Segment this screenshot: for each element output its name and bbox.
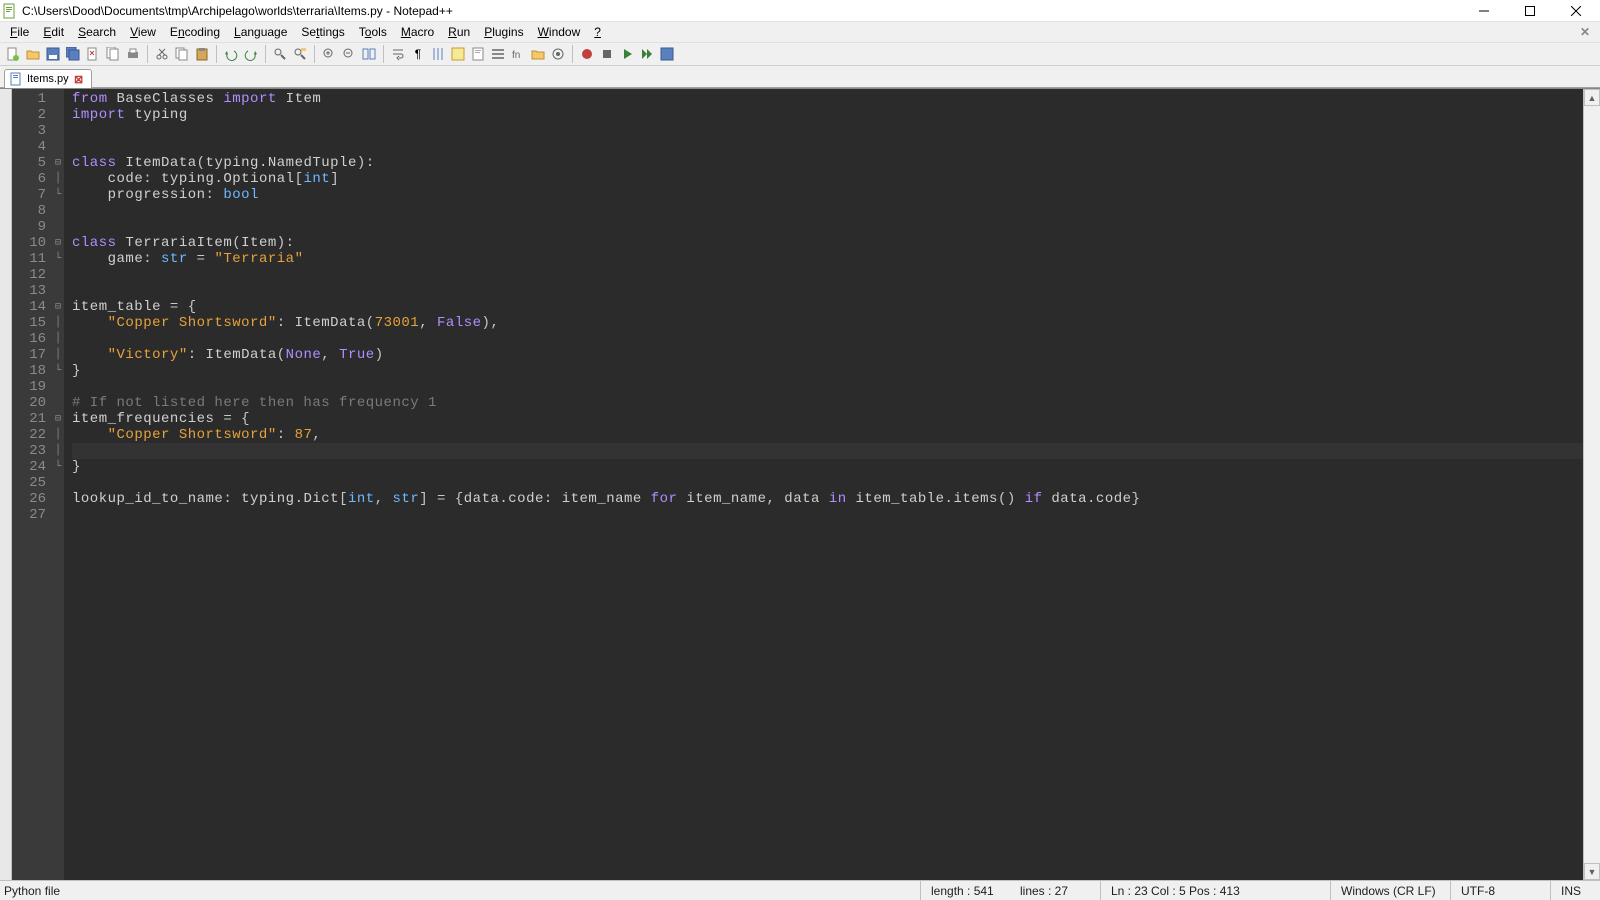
cut-icon[interactable] xyxy=(153,45,171,63)
app-icon xyxy=(2,3,18,19)
menu-plugins[interactable]: Plugins xyxy=(478,24,529,40)
copy-icon[interactable] xyxy=(173,45,191,63)
maximize-button[interactable] xyxy=(1516,1,1544,21)
menu-file[interactable]: File xyxy=(4,24,35,40)
function-list-icon[interactable]: fn xyxy=(509,45,527,63)
toolbar-separator xyxy=(572,45,573,63)
toolbar-separator xyxy=(216,45,217,63)
doc-map-icon[interactable] xyxy=(469,45,487,63)
toolbar: ¶ fn xyxy=(0,42,1600,66)
record-macro-icon[interactable] xyxy=(578,45,596,63)
status-lines: lines : 27 xyxy=(1010,881,1100,900)
scrollbar-track[interactable] xyxy=(1584,106,1600,863)
scroll-down-icon[interactable]: ▼ xyxy=(1584,863,1600,880)
toolbar-separator xyxy=(265,45,266,63)
file-icon xyxy=(9,72,23,86)
find-icon[interactable] xyxy=(271,45,289,63)
minimize-button[interactable] xyxy=(1470,1,1498,21)
play-macro-icon[interactable] xyxy=(618,45,636,63)
editor: 1234567891011121314151617181920212223242… xyxy=(0,88,1600,880)
tab-label: Items.py xyxy=(27,73,69,85)
folder-workspace-icon[interactable] xyxy=(529,45,547,63)
open-file-icon[interactable] xyxy=(24,45,42,63)
vertical-scrollbar[interactable]: ▲ ▼ xyxy=(1583,89,1600,880)
menu-run[interactable]: Run xyxy=(442,24,476,40)
window-controls xyxy=(1470,1,1590,21)
menu-view[interactable]: View xyxy=(124,24,162,40)
toolbar-separator xyxy=(383,45,384,63)
close-file-icon[interactable] xyxy=(84,45,102,63)
tab-bar: Items.py ⊠ xyxy=(0,66,1600,88)
line-number-gutter[interactable]: 1234567891011121314151617181920212223242… xyxy=(12,89,52,880)
titlebar: C:\Users\Dood\Documents\tmp\Archipelago\… xyxy=(0,0,1600,22)
menu-help[interactable]: ? xyxy=(588,24,607,40)
status-ins: INS xyxy=(1550,881,1600,900)
toolbar-separator xyxy=(147,45,148,63)
fold-gutter[interactable]: ⊟│└⊟└⊟│││└⊟││└ xyxy=(52,89,64,880)
svg-text:fn: fn xyxy=(512,50,520,61)
scroll-up-icon[interactable]: ▲ xyxy=(1584,89,1600,106)
close-document-button[interactable]: ✕ xyxy=(1574,25,1596,39)
zoom-in-icon[interactable] xyxy=(320,45,338,63)
indent-guide-icon[interactable] xyxy=(429,45,447,63)
menu-language[interactable]: Language xyxy=(228,24,293,40)
new-file-icon[interactable] xyxy=(4,45,22,63)
paste-icon[interactable] xyxy=(193,45,211,63)
code-area[interactable]: from BaseClasses import Itemimport typin… xyxy=(64,89,1583,880)
save-all-icon[interactable] xyxy=(64,45,82,63)
menu-search[interactable]: Search xyxy=(72,24,122,40)
stop-macro-icon[interactable] xyxy=(598,45,616,63)
menu-window[interactable]: Window xyxy=(532,24,587,40)
sync-scroll-icon[interactable] xyxy=(360,45,378,63)
menu-tools[interactable]: Tools xyxy=(353,24,393,40)
statusbar: Python file length : 541 lines : 27 Ln :… xyxy=(0,880,1600,900)
redo-icon[interactable] xyxy=(242,45,260,63)
menu-encoding[interactable]: Encoding xyxy=(164,24,226,40)
status-position: Ln : 23 Col : 5 Pos : 413 xyxy=(1100,881,1330,900)
menu-edit[interactable]: Edit xyxy=(37,24,70,40)
print-icon[interactable] xyxy=(124,45,142,63)
word-wrap-icon[interactable] xyxy=(389,45,407,63)
menubar: File Edit Search View Encoding Language … xyxy=(0,22,1600,42)
save-icon[interactable] xyxy=(44,45,62,63)
status-encoding: UTF-8 xyxy=(1450,881,1550,900)
menu-settings[interactable]: Settings xyxy=(295,24,350,40)
doc-list-icon[interactable] xyxy=(489,45,507,63)
window-title: C:\Users\Dood\Documents\tmp\Archipelago\… xyxy=(22,4,1470,18)
bookmark-margin[interactable] xyxy=(0,89,12,880)
close-button[interactable] xyxy=(1562,1,1590,21)
replace-icon[interactable] xyxy=(291,45,309,63)
menu-macro[interactable]: Macro xyxy=(395,24,440,40)
close-all-icon[interactable] xyxy=(104,45,122,63)
zoom-out-icon[interactable] xyxy=(340,45,358,63)
undo-icon[interactable] xyxy=(222,45,240,63)
user-lang-icon[interactable] xyxy=(449,45,467,63)
playback-multi-icon[interactable] xyxy=(638,45,656,63)
status-filetype: Python file xyxy=(0,881,380,900)
save-macro-icon[interactable] xyxy=(658,45,676,63)
status-eol: Windows (CR LF) xyxy=(1330,881,1450,900)
show-all-chars-icon[interactable]: ¶ xyxy=(409,45,427,63)
toolbar-separator xyxy=(314,45,315,63)
tab-close-icon[interactable]: ⊠ xyxy=(73,73,85,85)
monitor-icon[interactable] xyxy=(549,45,567,63)
status-length: length : 541 xyxy=(920,881,1010,900)
tab-items-py[interactable]: Items.py ⊠ xyxy=(4,69,92,88)
